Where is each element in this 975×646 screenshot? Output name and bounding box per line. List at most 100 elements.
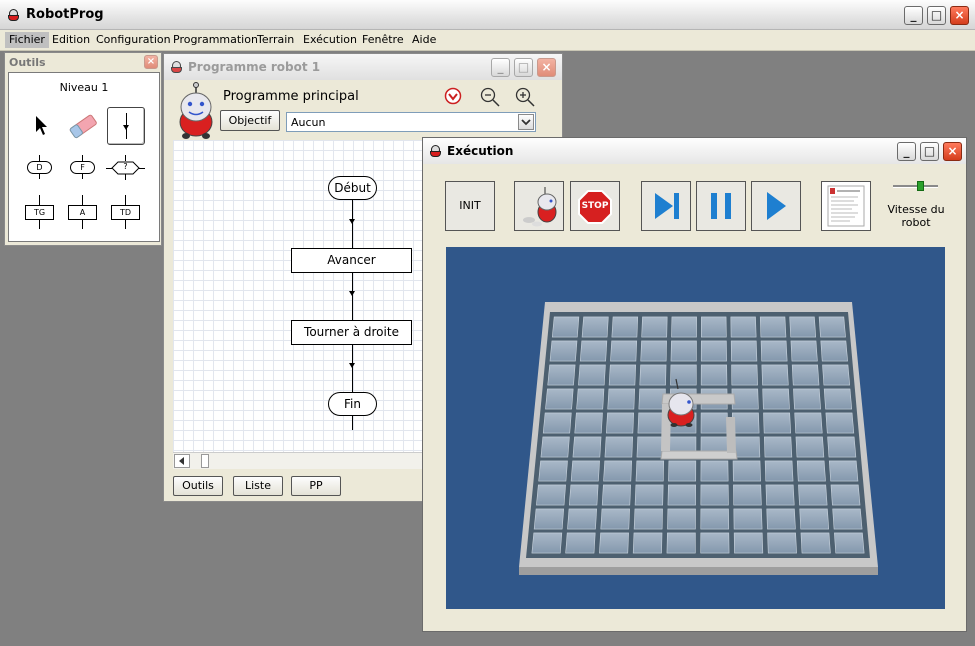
menu-configuration[interactable]: Configuration bbox=[92, 32, 175, 48]
chevron-down-icon bbox=[521, 119, 531, 126]
terrain-tile bbox=[632, 532, 663, 554]
menu-aide[interactable]: Aide bbox=[408, 32, 440, 48]
objectif-button[interactable]: Objectif bbox=[220, 110, 280, 131]
app-minimize-button[interactable]: _ bbox=[904, 6, 923, 25]
play-icon bbox=[767, 192, 786, 220]
terrain-tile bbox=[636, 436, 665, 458]
horizontal-scrollbar[interactable] bbox=[173, 452, 423, 469]
speed-label: Vitesse du robot bbox=[887, 203, 945, 229]
objectif-select[interactable]: Aucun bbox=[286, 112, 536, 132]
terrain-tile bbox=[542, 412, 572, 434]
outils-close-button[interactable]: × bbox=[144, 55, 158, 69]
scroll-thumb[interactable] bbox=[201, 454, 209, 468]
init-button[interactable]: INIT bbox=[445, 181, 495, 231]
menu-edition[interactable]: Edition bbox=[48, 32, 94, 48]
speed-slider-thumb[interactable] bbox=[917, 181, 924, 191]
terrain-grid bbox=[519, 302, 878, 575]
stop-label: STOP bbox=[581, 201, 609, 211]
zoom-in-icon[interactable] bbox=[514, 86, 536, 108]
menu-fenetre[interactable]: Fenêtre bbox=[358, 32, 408, 48]
programme-titlebar: Programme robot 1 _ □ × bbox=[164, 54, 562, 80]
terrain-tile bbox=[611, 316, 639, 338]
menubar: Fichier Edition Configuration Programmat… bbox=[0, 30, 975, 51]
execution-close-button[interactable]: × bbox=[943, 142, 962, 161]
terrain-tile bbox=[600, 508, 630, 530]
terrain-tile bbox=[820, 340, 848, 362]
menu-execution[interactable]: Exécution bbox=[299, 32, 361, 48]
terrain-tile bbox=[732, 460, 761, 482]
eraser-icon[interactable] bbox=[67, 113, 99, 139]
outils-button[interactable]: Outils bbox=[173, 476, 223, 496]
flowchart-canvas[interactable]: Début Avancer Tourner à droite Fin bbox=[173, 140, 423, 452]
pp-button[interactable]: PP bbox=[291, 476, 341, 496]
pause-button[interactable] bbox=[696, 181, 746, 231]
node-debut-tool[interactable]: D bbox=[27, 161, 52, 174]
terrain-tile bbox=[635, 460, 665, 482]
programme-maximize-button[interactable]: □ bbox=[514, 58, 533, 77]
terrain-tile bbox=[551, 316, 580, 338]
app-close-button[interactable]: × bbox=[950, 6, 969, 25]
terrain-tile bbox=[638, 388, 666, 410]
terrain-tile bbox=[700, 316, 727, 338]
terrain-tile bbox=[761, 364, 789, 386]
terrain-tile bbox=[536, 484, 566, 506]
terrain-tile bbox=[640, 340, 667, 362]
terrain-tile bbox=[608, 364, 637, 386]
scroll-left-button[interactable] bbox=[174, 454, 190, 468]
terrain-tile bbox=[766, 508, 796, 530]
programme-robot-icon bbox=[171, 61, 182, 74]
terrain-tile bbox=[762, 388, 790, 410]
terrain-tile bbox=[565, 532, 596, 554]
terrain-tile bbox=[832, 508, 863, 530]
step-button[interactable] bbox=[641, 181, 691, 231]
terrain-tile bbox=[700, 364, 728, 386]
terrain-tile bbox=[603, 460, 632, 482]
programme-close-button[interactable]: × bbox=[537, 58, 556, 77]
terrain-tile bbox=[568, 484, 599, 506]
programme-title: Programme robot 1 bbox=[188, 60, 321, 74]
terrain-tile bbox=[671, 316, 697, 338]
play-button[interactable] bbox=[751, 181, 801, 231]
flow-node-avancer[interactable]: Avancer bbox=[291, 248, 412, 273]
menu-terrain[interactable]: Terrain bbox=[253, 32, 298, 48]
zoom-out-icon[interactable] bbox=[479, 86, 501, 108]
menu-fichier[interactable]: Fichier bbox=[5, 32, 49, 48]
node-fin-tool[interactable]: F bbox=[70, 161, 95, 174]
program-listing-button[interactable] bbox=[821, 181, 871, 231]
flow-arrow bbox=[349, 291, 355, 296]
execution-robot-icon bbox=[430, 145, 441, 158]
stop-button[interactable]: STOP bbox=[570, 181, 620, 231]
flow-node-fin[interactable]: Fin bbox=[328, 392, 377, 416]
dropdown-circle-icon[interactable] bbox=[443, 86, 463, 106]
document-listing-icon bbox=[827, 185, 865, 227]
menu-programmation[interactable]: Programmation bbox=[169, 32, 262, 48]
liste-button[interactable]: Liste bbox=[233, 476, 283, 496]
terrain-3d-view[interactable] bbox=[446, 247, 945, 609]
terrain-tile bbox=[795, 436, 825, 458]
terrain-tile bbox=[733, 508, 763, 530]
flow-node-debut[interactable]: Début bbox=[328, 176, 377, 200]
terrain-tile bbox=[670, 364, 697, 386]
terrain-tile bbox=[667, 508, 696, 530]
pause-icon bbox=[711, 193, 731, 219]
execution-maximize-button[interactable]: □ bbox=[920, 142, 939, 161]
node-tourner-droite-tool[interactable]: TD bbox=[111, 205, 140, 220]
select-arrow-button[interactable] bbox=[518, 114, 534, 130]
terrain-tile bbox=[764, 460, 794, 482]
programme-minimize-button[interactable]: _ bbox=[491, 58, 510, 77]
terrain-tile bbox=[538, 460, 568, 482]
pointer-icon[interactable] bbox=[34, 115, 48, 137]
terrain-tile bbox=[572, 436, 602, 458]
speed-slider-track[interactable] bbox=[893, 185, 938, 188]
flow-node-tourner-droite[interactable]: Tourner à droite bbox=[291, 320, 412, 345]
execution-minimize-button[interactable]: _ bbox=[897, 142, 916, 161]
robot-place-button[interactable] bbox=[514, 181, 564, 231]
app-title: RobotProg bbox=[26, 7, 104, 22]
terrain-tile bbox=[533, 508, 565, 530]
app-maximize-button[interactable]: □ bbox=[927, 6, 946, 25]
terrain-tile bbox=[730, 316, 757, 338]
node-tourner-gauche-tool[interactable]: TG bbox=[25, 205, 54, 220]
connector-tool[interactable] bbox=[107, 107, 145, 145]
terrain-tile bbox=[830, 484, 861, 506]
node-avancer-tool[interactable]: A bbox=[68, 205, 97, 220]
